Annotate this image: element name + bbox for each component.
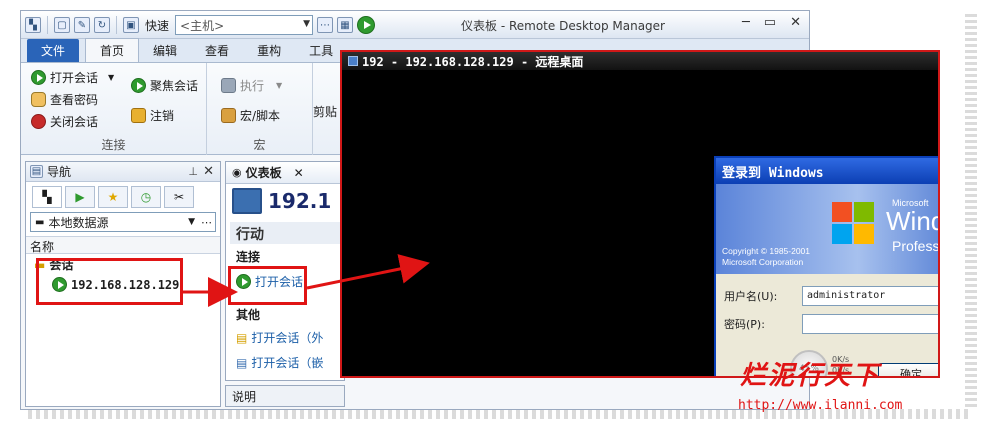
watermark-text: 烂泥行天下 <box>740 361 881 391</box>
watermark-url: http://www.ilanni.com <box>738 398 903 413</box>
arrow-to-remote-desktop <box>306 254 430 290</box>
